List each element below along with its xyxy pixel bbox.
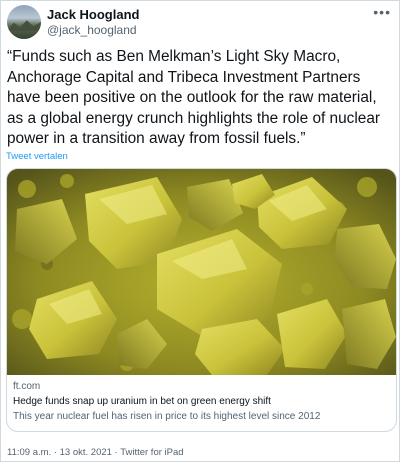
translate-tweet-link[interactable]: Tweet vertalen — [6, 151, 68, 162]
avatar[interactable] — [7, 5, 41, 39]
tweet-header: Jack Hoogland @jack_hoogland ••• — [7, 5, 393, 39]
tweet-card: Jack Hoogland @jack_hoogland ••• “Funds … — [0, 0, 400, 462]
more-options-icon[interactable]: ••• — [373, 5, 391, 19]
tweet-timestamp[interactable]: 11:09 a.m. · 13 okt. 2021 · Twitter for … — [7, 447, 184, 458]
card-title[interactable]: Hedge funds snap up uranium in bet on gr… — [13, 396, 271, 407]
avatar-landscape — [7, 20, 41, 31]
uranium-yellowcake-image[interactable] — [7, 169, 396, 375]
card-description: This year nuclear fuel has risen in pric… — [13, 411, 321, 422]
card-domain: ft.com — [13, 381, 41, 392]
link-preview-card[interactable]: ft.com Hedge funds snap up uranium in be… — [6, 168, 397, 432]
author-handle[interactable]: @jack_hoogland — [47, 23, 137, 37]
author-name[interactable]: Jack Hoogland — [47, 7, 139, 22]
tweet-text: “Funds such as Ben Melkman’s Light Sky M… — [7, 48, 381, 147]
